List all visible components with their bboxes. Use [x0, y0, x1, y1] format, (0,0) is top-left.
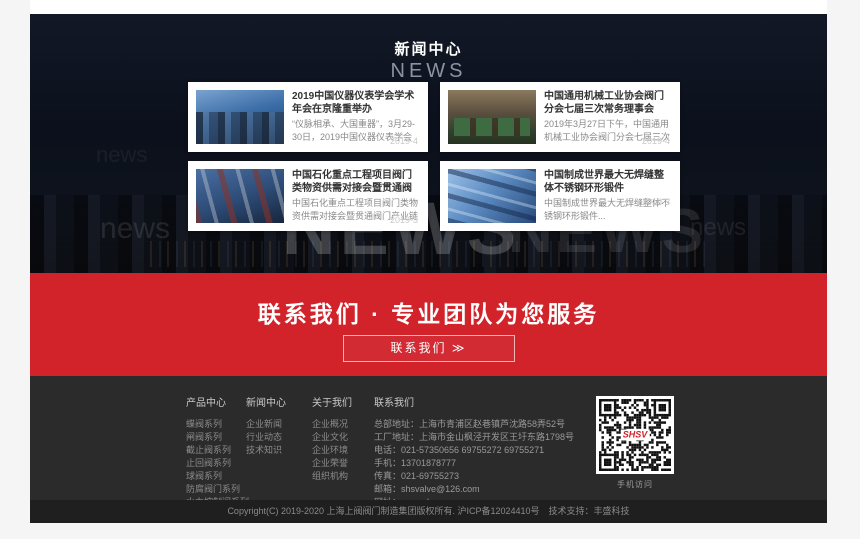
contact-us-button[interactable]: 联系我们 ≫ — [343, 335, 515, 362]
footer-link-company-culture[interactable]: 企业文化 — [312, 431, 352, 444]
news-card-date: 2019-3 — [390, 215, 418, 225]
footer-column-products: 产品中心 蝶阀系列 闸阀系列 截止阀系列 止回阀系列 球阀系列 防腐阀门系列 水… — [186, 394, 249, 509]
section-subtitle: NEWS — [30, 60, 827, 83]
footer-link-company-profile[interactable]: 企业概况 — [312, 418, 352, 431]
news-card-text: 中国制成世界最大无焊缝整体不锈钢环形锻件 中国制成世界最大无焊缝整体不锈钢环形锻… — [544, 169, 671, 223]
footer-link-gate-valves[interactable]: 闸阀系列 — [186, 431, 249, 444]
news-card-title: 中国通用机械工业协会阀门分会七届三次常务理事会（扩大）会议在杭州召开 — [544, 90, 671, 116]
contact-hq-address: 总部地址：上海市青浦区赵巷镇芦沈路58弄52号 — [374, 418, 574, 431]
footer-link-industry-trends[interactable]: 行业动态 — [246, 431, 286, 444]
news-card-date: 2019-3 — [642, 197, 670, 207]
footer-link-technical-knowledge[interactable]: 技术知识 — [246, 444, 286, 457]
news-card[interactable]: 中国通用机械工业协会阀门分会七届三次常务理事会（扩大）会议在杭州召开 2019年… — [440, 82, 680, 152]
contact-mobile: 手机：13701878777 — [374, 457, 574, 470]
footer-link-organization[interactable]: 组织机构 — [312, 470, 352, 483]
copyright-bar: Copyright(C) 2019-2020 上海上阀阀门制造集团版权所有. 沪… — [30, 500, 827, 523]
footer-column-title: 关于我们 — [312, 394, 352, 409]
footer-link-company-honors[interactable]: 企业荣誉 — [312, 457, 352, 470]
footer-link-ball-valves[interactable]: 球阀系列 — [186, 470, 249, 483]
qr-caption: 手机访问 — [596, 479, 674, 490]
footer: 产品中心 蝶阀系列 闸阀系列 截止阀系列 止回阀系列 球阀系列 防腐阀门系列 水… — [30, 376, 827, 500]
news-thumbnail-industrial-plant — [196, 90, 284, 144]
news-thumbnail-refinery-pipes — [196, 169, 284, 223]
news-card[interactable]: 中国制成世界最大无焊缝整体不锈钢环形锻件 中国制成世界最大无焊缝整体不锈钢环形锻… — [440, 161, 680, 231]
section-title: 新闻中心 — [30, 38, 827, 59]
footer-link-anticorrosion-valves[interactable]: 防腐阀门系列 — [186, 483, 249, 496]
contact-cta-band: 联系我们 · 专业团队为您服务 联系我们 ≫ — [30, 273, 827, 376]
footer-link-check-valves[interactable]: 止回阀系列 — [186, 457, 249, 470]
news-card-date: 2019-4 — [642, 136, 670, 146]
news-hero-section: news NEWS NEWS news news 新闻中心 NEWS 2019中… — [30, 14, 827, 273]
footer-column-title: 联系我们 — [374, 394, 574, 409]
news-watermark: news — [100, 212, 170, 246]
page-content: news NEWS NEWS news news 新闻中心 NEWS 2019中… — [30, 0, 827, 523]
news-card-title: 中国石化重点工程项目阀门类物资供需对接会暨贯通阀门产业链推进会顺利召开 — [292, 169, 419, 195]
news-thumbnail-blue-pipes — [448, 169, 536, 223]
news-card-date: 2019-4 — [390, 136, 418, 146]
footer-column-title: 产品中心 — [186, 394, 249, 409]
news-card-title: 中国制成世界最大无焊缝整体不锈钢环形锻件 — [544, 169, 671, 195]
footer-column-contact: 联系我们 总部地址：上海市青浦区赵巷镇芦沈路58弄52号 工厂地址：上海市金山枫… — [374, 394, 574, 509]
qr-code: SHSV — [596, 396, 674, 474]
qr-brand-label: SHSV — [621, 430, 650, 441]
contact-email: 邮箱：shsvalve@126.com — [374, 483, 574, 496]
section-header: 新闻中心 NEWS — [30, 38, 827, 83]
news-thumbnail-meeting-room — [448, 90, 536, 144]
footer-column-title: 新闻中心 — [246, 394, 286, 409]
footer-link-company-news[interactable]: 企业新闻 — [246, 418, 286, 431]
news-watermark: news — [96, 142, 147, 168]
news-card[interactable]: 2019中国仪器仪表学会学术年会在京隆重举办 “仪脉相承、大国重器”，3月29-… — [188, 82, 428, 152]
contact-fax: 传真：021-69755273 — [374, 470, 574, 483]
news-watermark: news — [690, 214, 746, 242]
contact-phone: 电话：021-57350656 69755272 69755271 — [374, 444, 574, 457]
footer-column-about: 关于我们 企业概况 企业文化 企业环境 企业荣誉 组织机构 — [312, 394, 352, 483]
contact-factory-address: 工厂地址：上海市金山枫泾开发区王圩东路1798号 — [374, 431, 574, 444]
footer-column-news: 新闻中心 企业新闻 行业动态 技术知识 — [246, 394, 286, 457]
cta-heading: 联系我们 · 专业团队为您服务 — [30, 295, 827, 329]
footer-link-company-environment[interactable]: 企业环境 — [312, 444, 352, 457]
browser-viewport: news NEWS NEWS news news 新闻中心 NEWS 2019中… — [0, 0, 860, 539]
footer-link-butterfly-valves[interactable]: 蝶阀系列 — [186, 418, 249, 431]
qr-area: SHSV 手机访问 — [596, 396, 674, 490]
news-card[interactable]: 中国石化重点工程项目阀门类物资供需对接会暨贯通阀门产业链推进会顺利召开 中国石化… — [188, 161, 428, 231]
footer-link-globe-valves[interactable]: 截止阀系列 — [186, 444, 249, 457]
news-card-title: 2019中国仪器仪表学会学术年会在京隆重举办 — [292, 90, 419, 116]
